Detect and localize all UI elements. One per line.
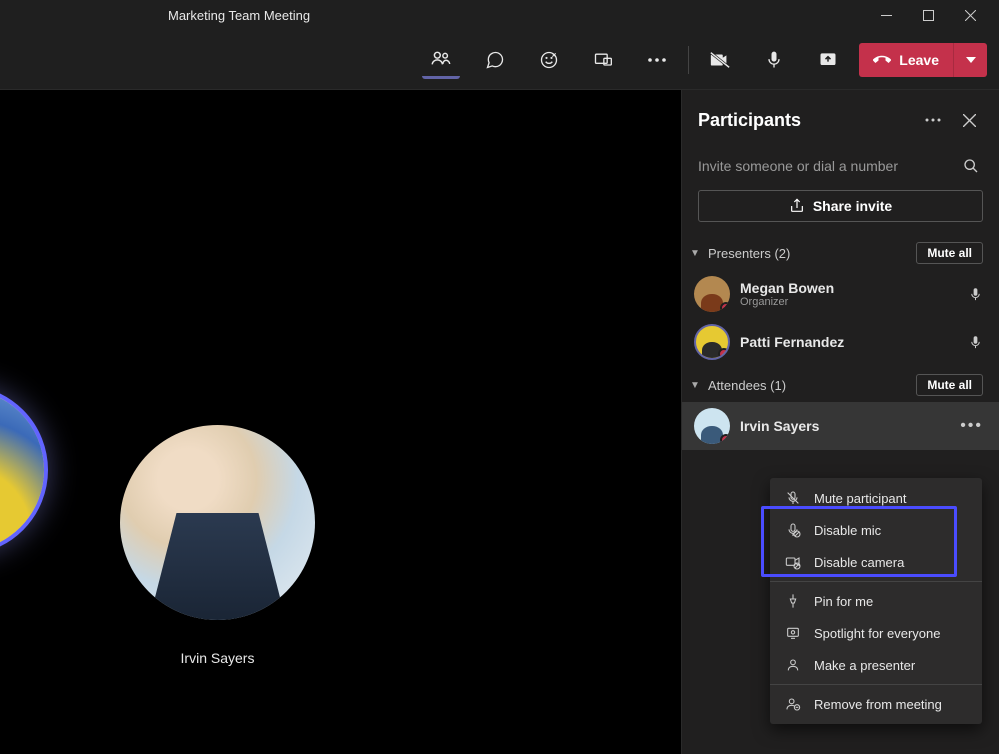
camera-disabled-icon: [784, 553, 802, 571]
presence-busy-icon: [720, 434, 730, 444]
microphone-icon[interactable]: [755, 41, 793, 79]
participant-context-menu: Mute participant Disable mic Disable cam…: [770, 478, 982, 724]
avatar: [694, 324, 730, 360]
mute-all-attendees-button[interactable]: Mute all: [916, 374, 983, 396]
ctx-label: Pin for me: [814, 594, 873, 609]
participant-role: Organizer: [740, 296, 958, 308]
participants-panel: Participants Invite someone or dial a nu…: [681, 90, 999, 754]
avatar: [694, 276, 730, 312]
menu-separator: [770, 581, 982, 582]
attendees-label: Attendees (1): [708, 378, 910, 393]
panel-close-icon[interactable]: [955, 106, 983, 134]
ctx-label: Mute participant: [814, 491, 907, 506]
presenters-toggle[interactable]: ▼: [690, 248, 702, 259]
people-icon[interactable]: [422, 41, 460, 79]
presenters-label: Presenters (2): [708, 246, 910, 261]
share-screen-icon[interactable]: [809, 41, 847, 79]
spotlight-icon: [784, 624, 802, 642]
titlebar: Marketing Team Meeting: [0, 0, 999, 30]
panel-header: Participants: [682, 90, 999, 146]
maximize-button[interactable]: [907, 0, 949, 30]
share-invite-button[interactable]: Share invite: [698, 190, 983, 222]
participant-more-icon[interactable]: •••: [960, 417, 983, 435]
participant-info: Megan Bowen Organizer: [740, 280, 958, 308]
share-icon: [789, 198, 805, 214]
video-stage: Irvin Sayers: [0, 90, 681, 754]
leave-button-group: Leave: [859, 43, 987, 77]
toolbar-separator: [688, 46, 689, 74]
presence-busy-icon: [720, 302, 730, 312]
panel-more-icon[interactable]: [919, 106, 947, 134]
ctx-label: Disable camera: [814, 555, 904, 570]
attendees-toggle[interactable]: ▼: [690, 380, 702, 391]
window-controls: [865, 0, 991, 30]
ctx-spotlight[interactable]: Spotlight for everyone: [770, 617, 982, 649]
meeting-toolbar: Leave: [0, 30, 999, 90]
ctx-disable-mic[interactable]: Disable mic: [770, 514, 982, 546]
meeting-title: Marketing Team Meeting: [8, 8, 865, 23]
participant-row[interactable]: Patti Fernandez: [682, 318, 999, 366]
share-invite-row: Share invite: [682, 186, 999, 234]
leave-label: Leave: [899, 52, 939, 68]
search-icon[interactable]: [959, 154, 983, 178]
presenters-header: ▼ Presenters (2) Mute all: [682, 234, 999, 270]
speaking-avatar-left[interactable]: [0, 385, 48, 555]
main-area: Irvin Sayers Participants Invite someone…: [0, 90, 999, 754]
ctx-remove-from-meeting[interactable]: Remove from meeting: [770, 688, 982, 720]
ctx-mute-participant[interactable]: Mute participant: [770, 482, 982, 514]
rooms-icon[interactable]: [584, 41, 622, 79]
camera-off-icon[interactable]: [701, 41, 739, 79]
hangup-icon: [873, 51, 891, 69]
menu-separator: [770, 684, 982, 685]
participant-info: Patti Fernandez: [740, 334, 958, 350]
reactions-icon[interactable]: [530, 41, 568, 79]
invite-row[interactable]: Invite someone or dial a number: [682, 146, 999, 186]
ctx-label: Spotlight for everyone: [814, 626, 940, 641]
close-window-button[interactable]: [949, 0, 991, 30]
toolbar-right-group: [701, 41, 847, 79]
mic-disabled-icon: [784, 521, 802, 539]
share-invite-label: Share invite: [813, 198, 892, 214]
pin-icon: [784, 592, 802, 610]
participant-name: Megan Bowen: [740, 280, 958, 296]
participant-name: Patti Fernandez: [740, 334, 958, 350]
chat-icon[interactable]: [476, 41, 514, 79]
participant-row[interactable]: Irvin Sayers •••: [682, 402, 999, 450]
more-icon[interactable]: [638, 41, 676, 79]
ctx-label: Make a presenter: [814, 658, 915, 673]
leave-dropdown[interactable]: [953, 43, 987, 77]
mic-status-icon[interactable]: [968, 287, 983, 302]
participant-info: Irvin Sayers: [740, 418, 950, 434]
stage-participant-name: Irvin Sayers: [120, 650, 315, 666]
minimize-button[interactable]: [865, 0, 907, 30]
ctx-label: Remove from meeting: [814, 697, 942, 712]
invite-input[interactable]: Invite someone or dial a number: [698, 158, 959, 174]
toolbar-left-group: [422, 41, 676, 79]
presence-busy-icon: [718, 348, 730, 360]
ctx-label: Disable mic: [814, 523, 881, 538]
stage-avatar[interactable]: [120, 425, 315, 620]
ctx-pin-for-me[interactable]: Pin for me: [770, 585, 982, 617]
ctx-make-presenter[interactable]: Make a presenter: [770, 649, 982, 681]
panel-title: Participants: [698, 110, 911, 131]
attendees-header: ▼ Attendees (1) Mute all: [682, 366, 999, 402]
mic-status-icon[interactable]: [968, 335, 983, 350]
mic-off-icon: [784, 489, 802, 507]
participant-name: Irvin Sayers: [740, 418, 950, 434]
presenter-icon: [784, 656, 802, 674]
remove-person-icon: [784, 695, 802, 713]
participant-row[interactable]: Megan Bowen Organizer: [682, 270, 999, 318]
leave-button[interactable]: Leave: [859, 43, 953, 77]
mute-all-presenters-button[interactable]: Mute all: [916, 242, 983, 264]
ctx-disable-camera[interactable]: Disable camera: [770, 546, 982, 578]
avatar: [694, 408, 730, 444]
